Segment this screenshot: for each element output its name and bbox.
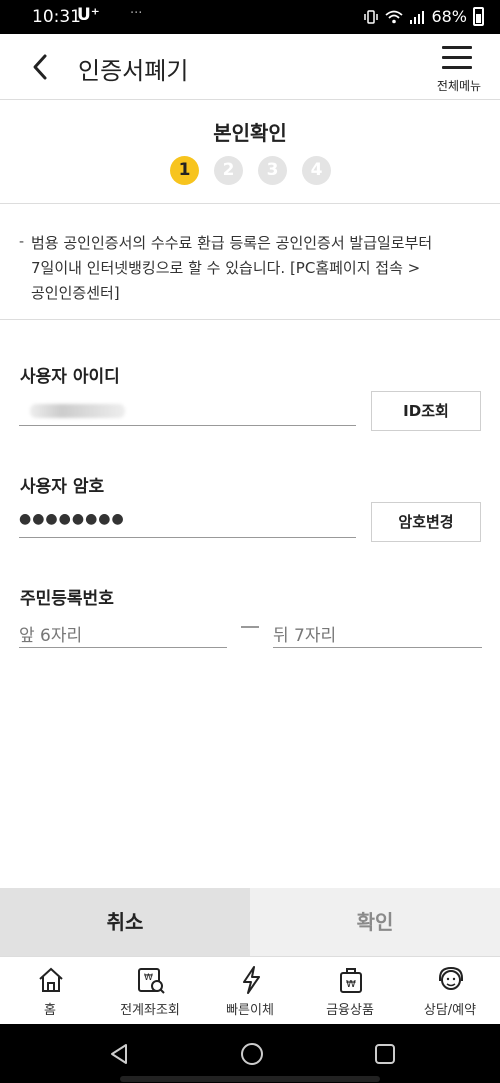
tab-home[interactable]: 홈 bbox=[0, 957, 100, 1025]
carrier-label: U⁺ bbox=[77, 5, 100, 25]
step-4: 4 bbox=[302, 156, 331, 185]
page-title: 인증서폐기 bbox=[78, 57, 189, 85]
masked-user-id bbox=[30, 404, 125, 418]
notification-dots-icon: ··· bbox=[130, 6, 143, 21]
step-heading: 본인확인 bbox=[213, 121, 287, 145]
tab-home-label: 홈 bbox=[44, 1003, 56, 1018]
system-nav-bar bbox=[0, 1024, 500, 1083]
account-search-icon: ₩ bbox=[138, 968, 165, 994]
tab-consult-reserve-label: 상담/예약 bbox=[423, 1003, 477, 1018]
notice-bullet: - bbox=[19, 234, 25, 250]
resident-back-input[interactable]: 뒤 7자리 bbox=[273, 618, 482, 648]
resident-number-label: 주민등록번호 bbox=[20, 589, 114, 609]
home-icon bbox=[39, 967, 63, 992]
tab-financial-products[interactable]: ₩ 금융상품 bbox=[300, 957, 400, 1025]
tab-quick-transfer[interactable]: 빠른이체 bbox=[200, 957, 300, 1025]
notice-text: 범용 공인인증서의 수수료 환급 등록은 공인인증서 발급일로부터 7일이내 인… bbox=[31, 234, 433, 302]
hamburger-icon bbox=[442, 46, 472, 69]
step-3: 3 bbox=[258, 156, 287, 185]
tab-consult-reserve[interactable]: 상담/예약 bbox=[400, 957, 500, 1025]
step-indicator: 1 2 3 4 bbox=[170, 156, 331, 185]
back-arrow-icon[interactable] bbox=[28, 52, 54, 82]
status-right: 68% bbox=[363, 7, 484, 26]
notice-box: - 범용 공인인증서의 수수료 환급 등록은 공인인증서 발급일로부터 7일이내… bbox=[0, 204, 500, 320]
status-bar: 10:31 U⁺ ··· 68% bbox=[0, 0, 500, 34]
headset-icon bbox=[439, 966, 463, 990]
battery-percent: 68% bbox=[431, 7, 467, 26]
bottom-action-bar: 취소 확인 bbox=[0, 888, 500, 956]
user-id-label: 사용자 아이디 bbox=[20, 367, 120, 387]
cancel-button[interactable]: 취소 bbox=[0, 888, 250, 956]
signal-icon bbox=[410, 10, 425, 24]
step-section: 본인확인 bbox=[0, 100, 500, 204]
svg-text:₩: ₩ bbox=[346, 979, 356, 990]
id-lookup-button[interactable]: ID조회 bbox=[371, 391, 481, 431]
password-label: 사용자 암호 bbox=[20, 477, 105, 497]
resident-front-input[interactable]: 앞 6자리 bbox=[19, 618, 227, 648]
app-header: 인증서폐기 전체메뉴 bbox=[0, 34, 500, 100]
nav-recents-icon[interactable] bbox=[373, 1042, 397, 1066]
vibrate-icon bbox=[364, 9, 379, 24]
tab-quick-transfer-label: 빠른이체 bbox=[226, 1003, 274, 1018]
nav-back-icon[interactable] bbox=[108, 1042, 132, 1066]
tab-account-search[interactable]: ₩ 전계좌조회 bbox=[100, 957, 200, 1025]
wifi-icon bbox=[385, 10, 404, 23]
confirm-button[interactable]: 확인 bbox=[250, 888, 500, 956]
tab-financial-products-label: 금융상품 bbox=[326, 1003, 374, 1018]
status-time: 10:31 bbox=[32, 7, 81, 27]
change-password-button[interactable]: 암호변경 bbox=[371, 502, 481, 542]
step-1: 1 bbox=[170, 156, 199, 185]
bottom-tab-bar: 홈 ₩ 전계좌조회 빠른이체 ₩ 금융상품 상담/예약 bbox=[0, 956, 500, 1024]
full-menu-label: 전체메뉴 bbox=[436, 79, 482, 93]
product-bag-icon: ₩ bbox=[340, 968, 362, 993]
svg-text:₩: ₩ bbox=[144, 973, 153, 983]
full-menu-button[interactable]: 전체메뉴 bbox=[432, 44, 486, 96]
step-2: 2 bbox=[214, 156, 243, 185]
battery-icon bbox=[473, 7, 484, 26]
password-input[interactable]: ●●●●●●●● bbox=[19, 508, 356, 538]
lightning-icon bbox=[243, 966, 260, 994]
nav-home-icon[interactable] bbox=[240, 1042, 264, 1066]
resident-separator bbox=[241, 626, 259, 628]
tab-account-search-label: 전계좌조회 bbox=[120, 1003, 180, 1018]
nav-gesture-handle bbox=[120, 1076, 380, 1082]
